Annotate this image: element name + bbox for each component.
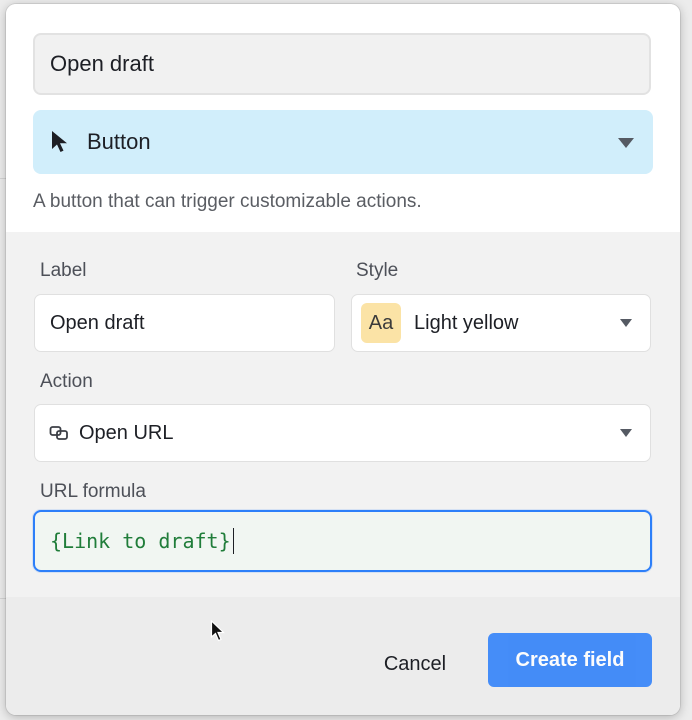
dialog-footer: Cancel Create field xyxy=(6,597,680,715)
formula-text: {Link to draft} xyxy=(50,529,231,553)
chevron-down-icon xyxy=(620,319,632,327)
chevron-down-icon xyxy=(618,138,634,148)
create-field-dialog: Open draft Button A button that can trig… xyxy=(6,4,680,715)
label-heading: Label xyxy=(40,260,87,281)
action-select-value: Open URL xyxy=(79,422,174,444)
create-field-button[interactable]: Create field xyxy=(488,633,652,687)
chevron-down-icon xyxy=(620,429,632,437)
action-heading: Action xyxy=(40,371,93,392)
style-swatch: Aa xyxy=(361,303,401,343)
url-formula-heading: URL formula xyxy=(40,481,146,502)
style-select-value: Light yellow xyxy=(414,312,519,334)
action-select[interactable]: Open URL xyxy=(34,404,651,462)
field-type-label: Button xyxy=(87,129,151,154)
field-name-input[interactable]: Open draft xyxy=(33,33,651,95)
field-type-select[interactable]: Button xyxy=(33,110,653,174)
text-cursor xyxy=(232,528,235,554)
url-formula-value: {Link to draft} xyxy=(50,512,235,570)
style-heading: Style xyxy=(356,260,399,281)
mouse-pointer-icon xyxy=(210,620,225,642)
dialog-header-section: Open draft Button A button that can trig… xyxy=(6,4,680,232)
link-icon xyxy=(49,426,68,440)
field-type-description: A button that can trigger customizable a… xyxy=(33,191,422,212)
style-select[interactable]: Aa Light yellow xyxy=(351,294,651,352)
url-formula-input[interactable]: {Link to draft} xyxy=(33,510,652,572)
label-input[interactable]: Open draft xyxy=(34,294,335,352)
cursor-arrow-icon xyxy=(52,131,67,152)
label-input-value: Open draft xyxy=(50,312,145,334)
cancel-button[interactable]: Cancel xyxy=(370,641,460,687)
